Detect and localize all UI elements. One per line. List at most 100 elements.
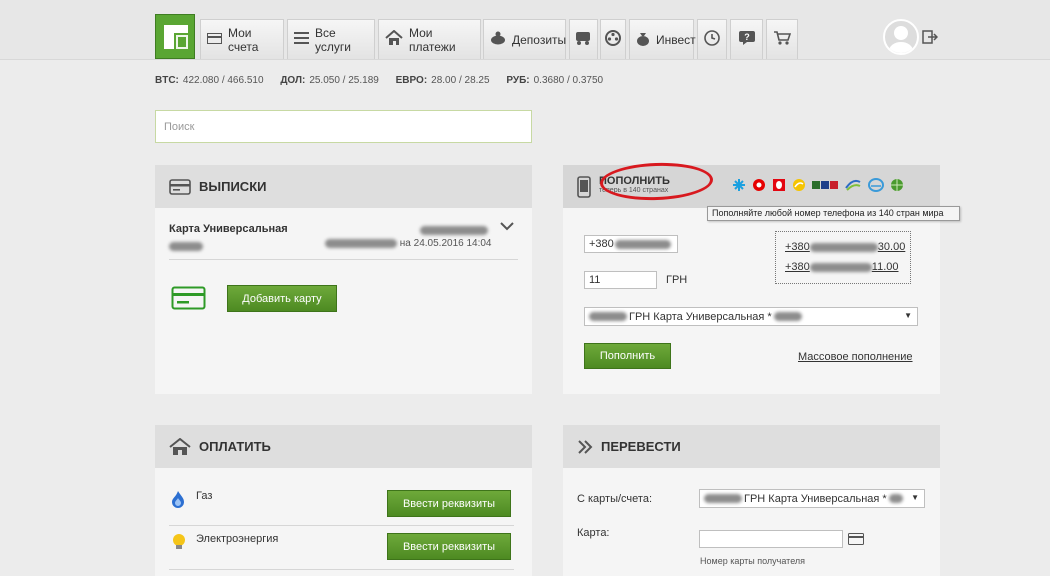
recent-number-1-amount: 30.00 [877,241,906,253]
statement-card-icon [169,178,191,195]
pay-header: ОПЛАТИТЬ [155,425,532,468]
masked-balance [420,223,488,237]
recent-number-2-prefix: +380 [785,261,810,273]
recent-number-2[interactable]: +380 11.00 [785,261,899,273]
tab-cart[interactable] [766,19,798,59]
btc-label: BTC: [155,75,179,86]
exchange-rates: BTC: 422.080 / 466.510 ДОЛ: 25.050 / 25.18… [155,75,617,86]
masked-card-number [169,239,203,253]
tab-entertainment[interactable] [600,19,626,59]
kyivstar-icon[interactable] [732,178,746,195]
btc-value: 422.080 / 466.510 [182,75,264,86]
tab-help[interactable]: ? [730,19,763,59]
currency-label: ГРН [666,274,688,286]
tab-deposits[interactable]: Депозиты [483,19,566,59]
pay-electricity-button[interactable]: Ввести реквизиты [387,533,511,560]
tab-all-services[interactable]: Все услуги [287,19,375,59]
recent-number-2-amount: 11.00 [871,261,899,273]
house-icon [169,437,191,456]
account-select[interactable]: ГРН Карта Универсальная * ▼ [584,307,918,326]
pay-gas-button[interactable]: Ввести реквизиты [387,490,511,517]
green-card-icon [171,286,206,313]
transfer-panel: ПЕРЕВЕСТИ С карты/счета: ГРН Карта Униве… [563,425,940,576]
mts-icon[interactable] [772,178,786,195]
recent-numbers-box: +380 30.00 +380 11.00 [775,231,911,284]
from-card-label: С карты/счета: [577,493,652,505]
eur-label: ЕВРО: [395,75,428,86]
tooltip: Пополняйте любой номер телефона из 140 с… [707,206,960,221]
vodafone-icon[interactable] [752,178,766,195]
list-icon [294,32,309,47]
chevron-down-icon[interactable] [500,220,514,234]
rub-value: 0.3680 / 0.3750 [533,75,604,86]
select-arrow-icon: ▼ [904,311,912,320]
pay-divider [169,525,514,526]
tab-my-accounts[interactable]: Мои счета [200,19,284,59]
amount-field[interactable]: 11 [584,271,657,289]
add-card-button[interactable]: Добавить карту [227,285,337,312]
transfer-header: ПЕРЕВЕСТИ [563,425,940,468]
statements-panel: ВЫПИСКИ Карта Универсальная на 24.05.201… [155,165,532,394]
logo-icon [164,25,188,49]
topup-submit-button[interactable]: Пополнить [584,343,671,369]
privatbank-logo[interactable] [155,14,195,59]
from-card-select[interactable]: ГРН Карта Универсальная * ▼ [699,489,925,508]
usd-value: 25.050 / 25.189 [309,75,379,86]
recent-number-1[interactable]: +380 30.00 [785,241,905,253]
logout-icon[interactable] [922,30,939,47]
search-input[interactable] [155,110,532,143]
card-icon[interactable] [848,533,864,548]
statements-title: ВЫПИСКИ [199,179,267,194]
tab-all-services-label: Все услуги [315,25,351,54]
statement-date: на 24.05.2016 14:04 [325,238,492,249]
train-icon [574,30,594,49]
tab-invest-label: Инвест [656,32,696,47]
question-icon: ? [738,30,756,49]
amount-value: 11 [589,274,601,286]
user-silhouette-icon [889,26,913,53]
recipient-card-input[interactable] [699,530,843,548]
tab-history[interactable] [697,19,727,59]
tab-my-accounts-label: Мои счета [228,25,259,54]
statements-header: ВЫПИСКИ [155,165,532,208]
recent-number-1-prefix: +380 [785,241,810,253]
globe-icon[interactable] [890,178,904,195]
phone-prefix: +380 [589,238,614,250]
cart-icon [773,30,792,49]
tab-my-payments-label: Мои платежи [409,25,456,54]
from-card-select-value: ГРН Карта Универсальная * [744,492,887,505]
trimob-icon[interactable] [812,179,838,194]
pay-divider-2 [169,569,514,570]
phone-icon [577,175,591,198]
tab-deposits-label: Депозиты [512,32,567,47]
usd-label: ДОЛ: [280,75,306,86]
card-label: Карта: [577,527,610,539]
card-hint: Номер карты получателя [700,556,806,566]
statements-divider [169,259,518,260]
film-reel-icon [605,30,621,49]
flame-icon [171,490,185,511]
tab-invest[interactable]: Инвест [629,19,696,59]
double-chevron-right-icon [577,439,593,454]
life-icon[interactable] [792,178,806,195]
peoplenet-icon[interactable] [844,178,862,195]
pay-panel: ОПЛАТИТЬ Газ Ввести реквизиты Электроэне… [155,425,532,576]
pay-item-electricity-label: Электроэнергия [196,533,279,545]
phone-number-field[interactable]: +380 [584,235,678,253]
clock-icon [704,30,720,49]
tab-my-payments[interactable]: Мои платежи [378,19,481,59]
piggy-bank-icon [490,31,506,48]
avatar[interactable] [883,19,919,55]
statement-date-text: на 24.05.2016 14:04 [399,238,492,249]
card-name: Карта Универсальная [169,223,288,235]
svg-text:?: ? [744,32,750,42]
intertelecom-icon[interactable] [868,178,884,195]
transfer-title: ПЕРЕВЕСТИ [601,439,681,454]
pay-item-gas-label: Газ [196,490,213,502]
mass-topup-link[interactable]: Массовое пополнение [798,351,913,363]
pay-title: ОПЛАТИТЬ [199,439,271,454]
eur-value: 28.00 / 28.25 [431,75,490,86]
operator-icons [732,178,904,195]
card-icon [207,32,222,47]
tab-transport[interactable] [569,19,598,59]
